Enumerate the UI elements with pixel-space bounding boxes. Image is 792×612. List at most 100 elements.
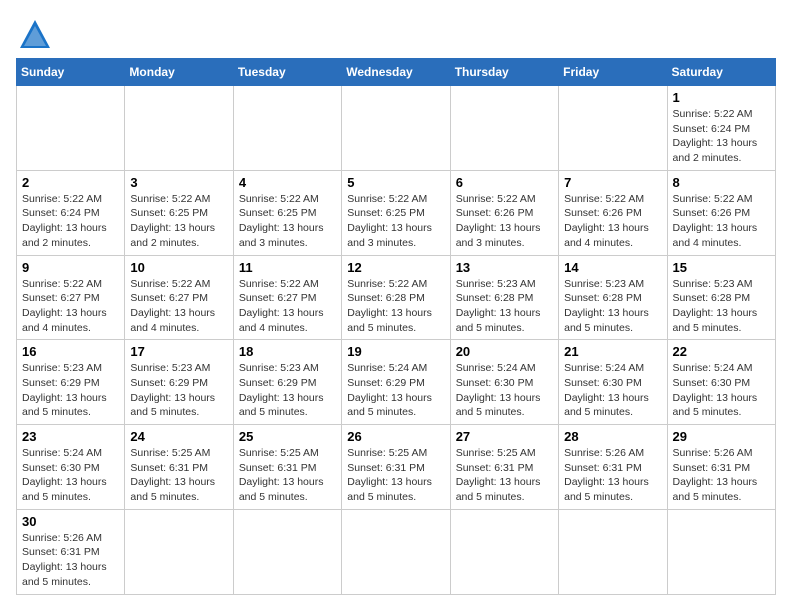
calendar-cell: 29 Sunrise: 5:26 AM Sunset: 6:31 PM Dayli… (667, 425, 775, 510)
calendar-week-row: 16Sunrise: 5:23 AM Sunset: 6:29 PM Dayli… (17, 340, 776, 425)
day-number: 24 (130, 429, 227, 444)
day-info: Sunrise: 5:22 AM Sunset: 6:26 PM Dayligh… (673, 192, 770, 251)
calendar-cell: 17 Sunrise: 5:23 AM Sunset: 6:29 PM Dayli… (125, 340, 233, 425)
calendar-cell (559, 509, 667, 594)
calendar-cell: 15 Sunrise: 5:23 AM Sunset: 6:28 PM Dayli… (667, 255, 775, 340)
day-number: 19 (347, 344, 444, 359)
day-number: 11 (239, 260, 336, 275)
calendar-cell: 14 Sunrise: 5:23 AM Sunset: 6:28 PM Dayli… (559, 255, 667, 340)
day-info: Sunrise: 5:24 AM Sunset: 6:30 PM Dayligh… (673, 361, 770, 420)
day-info: Sunrise: 5:22 AM Sunset: 6:26 PM Dayligh… (564, 192, 661, 251)
page-header (16, 16, 776, 54)
calendar-cell (559, 86, 667, 171)
calendar-cell: 20 Sunrise: 5:24 AM Sunset: 6:30 PM Dayli… (450, 340, 558, 425)
day-info: Sunrise: 5:22 AM Sunset: 6:26 PM Dayligh… (456, 192, 553, 251)
calendar-cell: 7Sunrise: 5:22 AM Sunset: 6:26 PM Daylig… (559, 170, 667, 255)
logo-icon (16, 16, 54, 54)
day-number: 23 (22, 429, 119, 444)
day-info: Sunrise: 5:22 AM Sunset: 6:28 PM Dayligh… (347, 277, 444, 336)
day-info: Sunrise: 5:23 AM Sunset: 6:28 PM Dayligh… (673, 277, 770, 336)
day-number: 27 (456, 429, 553, 444)
day-number: 5 (347, 175, 444, 190)
calendar-cell: 4 Sunrise: 5:22 AM Sunset: 6:25 PM Daylig… (233, 170, 341, 255)
day-number: 1 (673, 90, 770, 105)
day-number: 15 (673, 260, 770, 275)
day-info: Sunrise: 5:24 AM Sunset: 6:30 PM Dayligh… (22, 446, 119, 505)
day-header-saturday: Saturday (667, 59, 775, 86)
calendar-cell: 16Sunrise: 5:23 AM Sunset: 6:29 PM Dayli… (17, 340, 125, 425)
calendar-cell: 21Sunrise: 5:24 AM Sunset: 6:30 PM Dayli… (559, 340, 667, 425)
day-info: Sunrise: 5:26 AM Sunset: 6:31 PM Dayligh… (22, 531, 119, 590)
calendar-cell: 11 Sunrise: 5:22 AM Sunset: 6:27 PM Dayli… (233, 255, 341, 340)
calendar-cell (125, 86, 233, 171)
day-info: Sunrise: 5:23 AM Sunset: 6:29 PM Dayligh… (239, 361, 336, 420)
day-number: 30 (22, 514, 119, 529)
day-number: 4 (239, 175, 336, 190)
day-header-monday: Monday (125, 59, 233, 86)
calendar-cell: 2 Sunrise: 5:22 AM Sunset: 6:24 PM Daylig… (17, 170, 125, 255)
day-number: 2 (22, 175, 119, 190)
day-number: 9 (22, 260, 119, 275)
calendar-cell: 30 Sunrise: 5:26 AM Sunset: 6:31 PM Dayli… (17, 509, 125, 594)
day-info: Sunrise: 5:25 AM Sunset: 6:31 PM Dayligh… (239, 446, 336, 505)
calendar-cell: 18 Sunrise: 5:23 AM Sunset: 6:29 PM Dayli… (233, 340, 341, 425)
calendar-cell: 23 Sunrise: 5:24 AM Sunset: 6:30 PM Dayli… (17, 425, 125, 510)
calendar-cell: 27 Sunrise: 5:25 AM Sunset: 6:31 PM Dayli… (450, 425, 558, 510)
day-number: 10 (130, 260, 227, 275)
day-number: 8 (673, 175, 770, 190)
day-number: 18 (239, 344, 336, 359)
day-number: 14 (564, 260, 661, 275)
calendar-cell: 12Sunrise: 5:22 AM Sunset: 6:28 PM Dayli… (342, 255, 450, 340)
day-info: Sunrise: 5:23 AM Sunset: 6:29 PM Dayligh… (130, 361, 227, 420)
calendar-week-row: 2 Sunrise: 5:22 AM Sunset: 6:24 PM Daylig… (17, 170, 776, 255)
calendar-cell (233, 509, 341, 594)
calendar-cell (450, 509, 558, 594)
calendar-cell: 3Sunrise: 5:22 AM Sunset: 6:25 PM Daylig… (125, 170, 233, 255)
day-number: 28 (564, 429, 661, 444)
day-info: Sunrise: 5:26 AM Sunset: 6:31 PM Dayligh… (673, 446, 770, 505)
calendar-cell: 26 Sunrise: 5:25 AM Sunset: 6:31 PM Dayli… (342, 425, 450, 510)
calendar-header-row: SundayMondayTuesdayWednesdayThursdayFrid… (17, 59, 776, 86)
day-info: Sunrise: 5:22 AM Sunset: 6:25 PM Dayligh… (347, 192, 444, 251)
day-info: Sunrise: 5:24 AM Sunset: 6:29 PM Dayligh… (347, 361, 444, 420)
day-info: Sunrise: 5:22 AM Sunset: 6:25 PM Dayligh… (239, 192, 336, 251)
day-info: Sunrise: 5:25 AM Sunset: 6:31 PM Dayligh… (130, 446, 227, 505)
day-info: Sunrise: 5:23 AM Sunset: 6:28 PM Dayligh… (564, 277, 661, 336)
day-info: Sunrise: 5:25 AM Sunset: 6:31 PM Dayligh… (456, 446, 553, 505)
day-info: Sunrise: 5:22 AM Sunset: 6:24 PM Dayligh… (673, 107, 770, 166)
day-number: 17 (130, 344, 227, 359)
day-number: 26 (347, 429, 444, 444)
day-header-sunday: Sunday (17, 59, 125, 86)
day-info: Sunrise: 5:26 AM Sunset: 6:31 PM Dayligh… (564, 446, 661, 505)
day-number: 29 (673, 429, 770, 444)
calendar-table: SundayMondayTuesdayWednesdayThursdayFrid… (16, 58, 776, 595)
calendar-cell: 9Sunrise: 5:22 AM Sunset: 6:27 PM Daylig… (17, 255, 125, 340)
calendar-cell: 5 Sunrise: 5:22 AM Sunset: 6:25 PM Daylig… (342, 170, 450, 255)
day-number: 21 (564, 344, 661, 359)
day-number: 6 (456, 175, 553, 190)
day-number: 3 (130, 175, 227, 190)
calendar-cell: 28 Sunrise: 5:26 AM Sunset: 6:31 PM Dayli… (559, 425, 667, 510)
calendar-cell: 13Sunrise: 5:23 AM Sunset: 6:28 PM Dayli… (450, 255, 558, 340)
calendar-cell (342, 509, 450, 594)
calendar-week-row: 9 Sunrise: 5:22 AM Sunset: 6:27 PM Daylig… (17, 255, 776, 340)
day-info: Sunrise: 5:22 AM Sunset: 6:24 PM Dayligh… (22, 192, 119, 251)
day-number: 20 (456, 344, 553, 359)
day-header-friday: Friday (559, 59, 667, 86)
calendar-week-row: 23 Sunrise: 5:24 AM Sunset: 6:30 PM Dayli… (17, 425, 776, 510)
calendar-week-row: 30 Sunrise: 5:26 AM Sunset: 6:31 PM Dayli… (17, 509, 776, 594)
day-info: Sunrise: 5:22 AM Sunset: 6:27 PM Dayligh… (239, 277, 336, 336)
day-number: 13 (456, 260, 553, 275)
calendar-cell (342, 86, 450, 171)
logo (16, 16, 58, 54)
day-info: Sunrise: 5:24 AM Sunset: 6:30 PM Dayligh… (456, 361, 553, 420)
day-header-thursday: Thursday (450, 59, 558, 86)
calendar-cell: 22Sunrise: 5:24 AM Sunset: 6:30 PM Dayli… (667, 340, 775, 425)
day-info: Sunrise: 5:25 AM Sunset: 6:31 PM Dayligh… (347, 446, 444, 505)
calendar-cell (233, 86, 341, 171)
calendar-cell (667, 509, 775, 594)
calendar-week-row: 1 Sunrise: 5:22 AM Sunset: 6:24 PM Daylig… (17, 86, 776, 171)
calendar-cell: 6 Sunrise: 5:22 AM Sunset: 6:26 PM Daylig… (450, 170, 558, 255)
calendar-cell: 25Sunrise: 5:25 AM Sunset: 6:31 PM Dayli… (233, 425, 341, 510)
calendar-cell (450, 86, 558, 171)
